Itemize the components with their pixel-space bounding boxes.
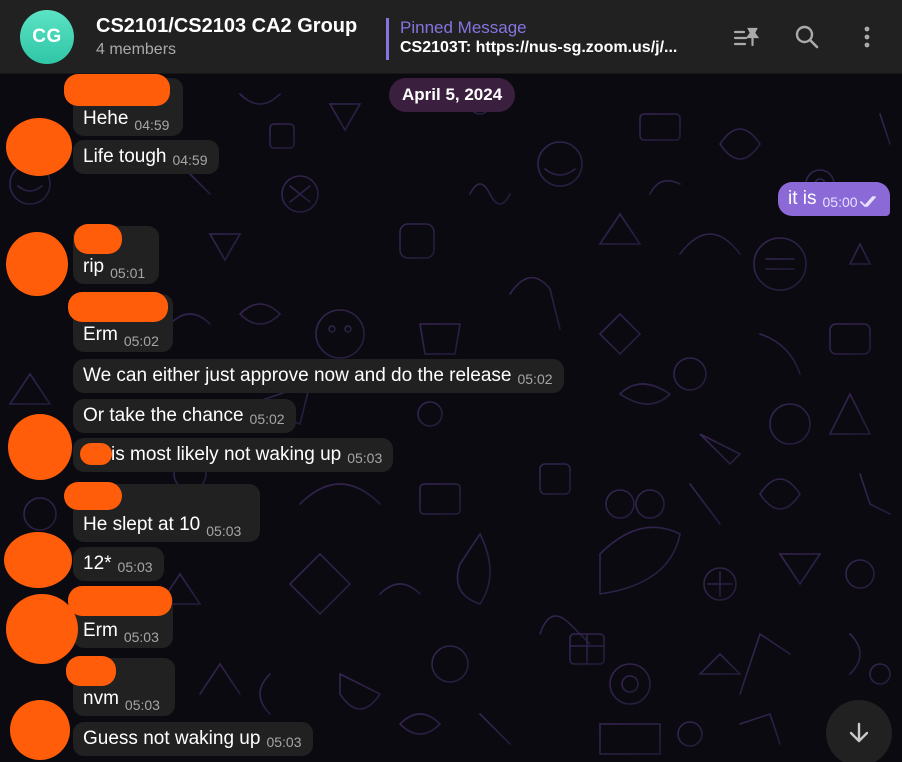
redacted-avatar	[6, 594, 78, 664]
pinned-label: Pinned Message	[400, 18, 527, 37]
message-text: Life tough	[83, 146, 167, 167]
message-text: nvm	[83, 688, 119, 709]
chat-avatar[interactable]: CG	[20, 10, 74, 64]
member-count: 4 members	[96, 41, 177, 58]
message-text: Guess not waking up	[83, 728, 261, 749]
redacted-avatar	[4, 532, 72, 588]
chat-header: CG CS2101/CS2103 CA2 Group 4 members Pin…	[0, 0, 902, 74]
scroll-to-bottom-button[interactable]	[826, 700, 892, 762]
own-message-bubble[interactable]: it is 05:00	[778, 182, 890, 216]
message-bubble[interactable]: We can either just approve now and do th…	[73, 359, 564, 393]
message-time: 05:02	[123, 333, 159, 349]
chat-title[interactable]: CS2101/CS2103 CA2 Group	[96, 15, 357, 38]
message-time: 05:03	[266, 734, 302, 750]
message-time: 05:03	[117, 559, 153, 575]
message-time: 05:02	[517, 371, 553, 387]
message-time: 05:03	[123, 629, 159, 645]
message-text: Or take the chance	[83, 405, 244, 426]
message-time: 05:03	[347, 450, 383, 466]
redacted-sender-name	[68, 586, 172, 616]
message-text: Erm	[83, 324, 118, 345]
date-separator: April 5, 2024	[389, 78, 516, 112]
message-text: Hehe	[83, 108, 129, 129]
message-text: rip	[83, 256, 105, 277]
message-bubble[interactable]: 12* 05:03	[73, 547, 164, 581]
redacted-sender-name	[64, 74, 170, 106]
read-receipt-icon	[859, 196, 876, 208]
redacted-avatar	[6, 232, 68, 296]
message-text: 12*	[83, 553, 112, 574]
message-text: He slept at 10	[83, 514, 201, 535]
message-text: is most likely not waking up	[111, 444, 342, 465]
redacted-sender-name	[64, 482, 122, 510]
message-text: We can either just approve now and do th…	[83, 365, 512, 386]
message-text: Erm	[83, 620, 118, 641]
message-time: 05:01	[110, 265, 146, 281]
pinned-list-icon[interactable]	[732, 22, 762, 52]
message-time: 05:00	[822, 194, 858, 210]
message-bubble[interactable]: Guess not waking up 05:03	[73, 722, 313, 756]
arrow-down-icon	[849, 722, 869, 743]
redacted-avatar	[10, 700, 70, 760]
message-time: 04:59	[134, 117, 170, 133]
message-time: 04:59	[172, 152, 208, 168]
message-bubble[interactable]: Life tough 04:59	[73, 140, 219, 174]
message-text: it is	[788, 188, 817, 209]
pinned-message[interactable]: Pinned Message CS2103T: https://nus-sg.z…	[386, 18, 704, 60]
message-time: 05:03	[124, 697, 160, 713]
redacted-sender-name	[74, 224, 122, 254]
more-vert-icon[interactable]	[852, 22, 882, 52]
redacted-avatar	[8, 414, 72, 480]
search-icon[interactable]	[792, 22, 822, 52]
message-time: 05:02	[249, 411, 285, 427]
redacted-inline-name	[80, 443, 112, 465]
message-time: 05:03	[206, 523, 242, 539]
message-bubble[interactable]: Or take the chance 05:02	[73, 399, 296, 433]
redacted-avatar	[6, 118, 72, 176]
message-bubble[interactable]: is most likely not waking up 05:03	[73, 438, 394, 472]
redacted-sender-name	[68, 292, 168, 322]
message-list[interactable]: April 5, 2024 Hehe 04:59 Life tough 04:5…	[0, 74, 902, 762]
redacted-sender-name	[66, 656, 116, 686]
pinned-text: CS2103T: https://nus-sg.zoom.us/j/...	[400, 39, 678, 56]
